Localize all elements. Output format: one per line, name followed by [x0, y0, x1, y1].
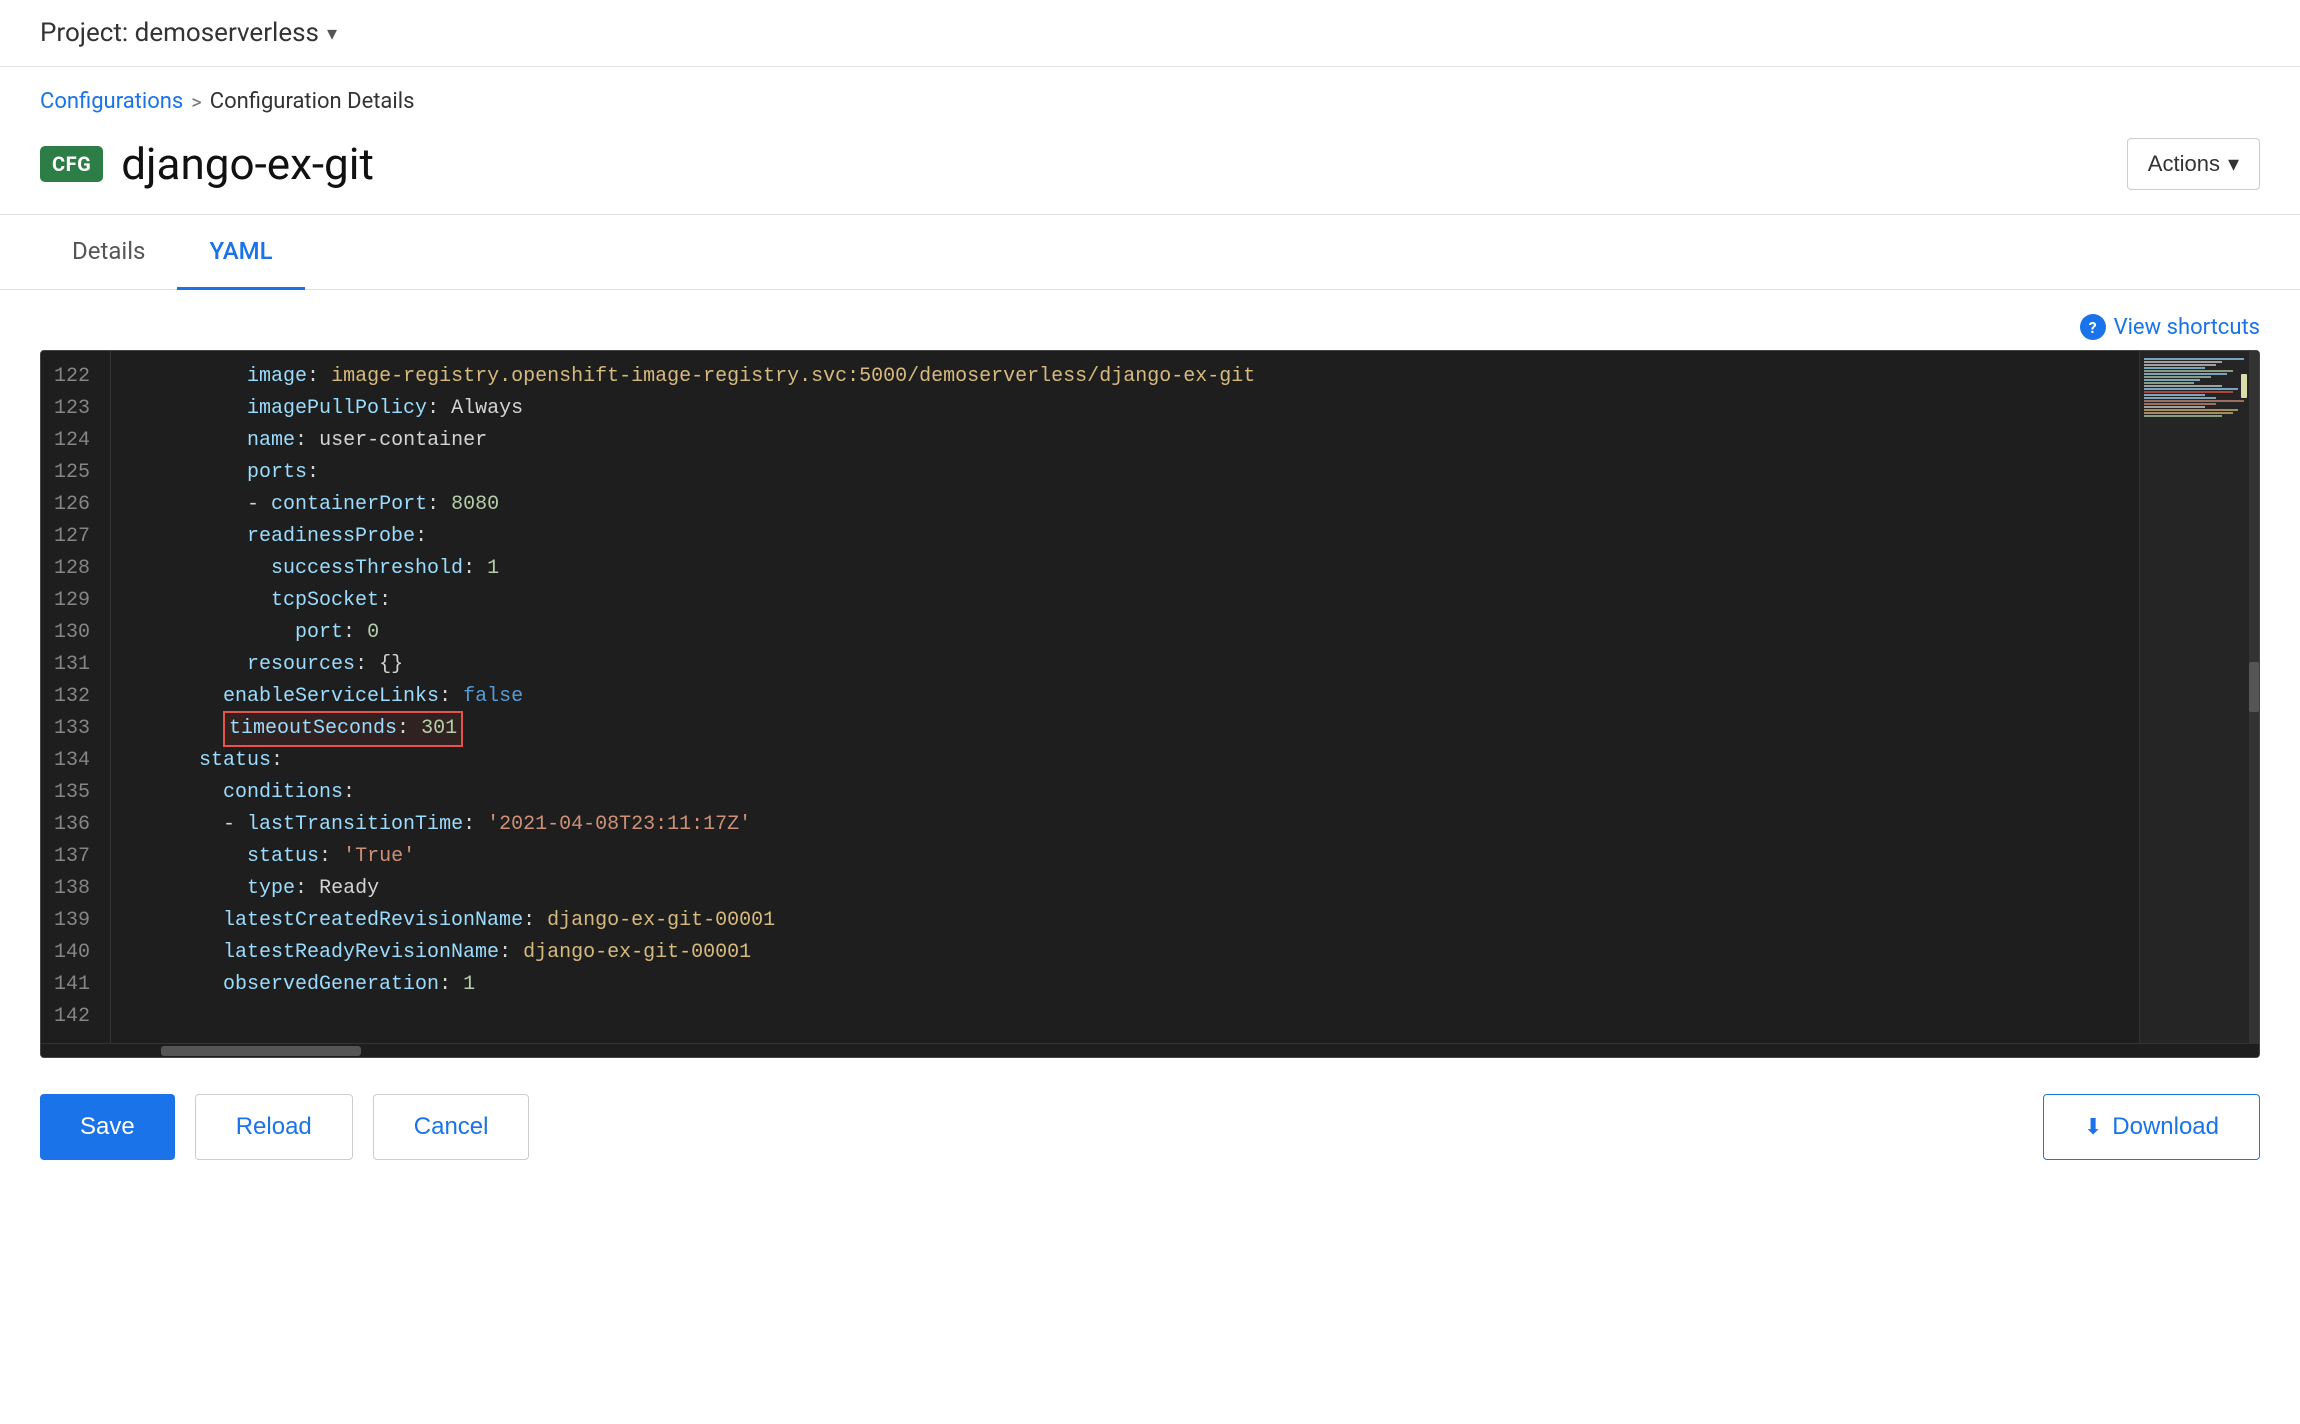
code-editor[interactable]: 122 123 124 125 126 127 128 129 130 131 … — [40, 350, 2260, 1058]
help-icon: ? — [2080, 314, 2106, 340]
code-line: type: Ready — [127, 873, 2123, 905]
code-line: status: — [127, 745, 2123, 777]
top-bar: Project: demoserverless ▾ — [0, 0, 2300, 67]
code-line: name: user-container — [127, 425, 2123, 457]
page-title: django-ex-git — [121, 138, 374, 190]
breadcrumb-parent[interactable]: Configurations — [40, 89, 183, 114]
bottom-left-buttons: Save Reload Cancel — [40, 1094, 529, 1160]
code-line-highlighted: timeoutSeconds: 301 — [127, 713, 2123, 745]
code-scrollbar-thumb — [161, 1046, 361, 1056]
line-numbers: 122 123 124 125 126 127 128 129 130 131 … — [41, 351, 111, 1043]
code-line: conditions: — [127, 777, 2123, 809]
reload-button[interactable]: Reload — [195, 1094, 353, 1160]
page-title-row: CFG django-ex-git — [40, 138, 374, 190]
code-line: - containerPort: 8080 — [127, 489, 2123, 521]
code-line: readinessProbe: — [127, 521, 2123, 553]
cfg-badge: CFG — [40, 146, 103, 182]
chevron-down-icon: ▾ — [327, 21, 337, 45]
view-shortcuts-row: ? View shortcuts — [0, 290, 2300, 350]
project-selector[interactable]: Project: demoserverless ▾ — [40, 18, 337, 48]
download-icon: ⬇ — [2084, 1114, 2102, 1140]
view-shortcuts-label: View shortcuts — [2114, 315, 2260, 340]
code-line: ports: — [127, 457, 2123, 489]
code-line: tcpSocket: — [127, 585, 2123, 617]
download-button[interactable]: ⬇ Download — [2043, 1094, 2260, 1160]
code-line: observedGeneration: 1 — [127, 969, 2123, 1001]
code-line: successThreshold: 1 — [127, 553, 2123, 585]
code-line: image: image-registry.openshift-image-re… — [127, 361, 2123, 393]
chevron-down-icon: ▾ — [2228, 151, 2239, 177]
minimap — [2139, 351, 2259, 1043]
download-label: Download — [2112, 1113, 2219, 1141]
code-line: resources: {} — [127, 649, 2123, 681]
tab-yaml[interactable]: YAML — [177, 215, 304, 290]
code-line: latestCreatedRevisionName: django-ex-git… — [127, 905, 2123, 937]
code-scrollbar[interactable] — [41, 1043, 2259, 1057]
code-line: enableServiceLinks: false — [127, 681, 2123, 713]
code-line: latestReadyRevisionName: django-ex-git-0… — [127, 937, 2123, 969]
cancel-button[interactable]: Cancel — [373, 1094, 530, 1160]
code-line: - lastTransitionTime: '2021-04-08T23:11:… — [127, 809, 2123, 841]
actions-label: Actions — [2148, 151, 2220, 177]
breadcrumb-separator: > — [191, 90, 201, 114]
page-header: CFG django-ex-git Actions ▾ — [0, 122, 2300, 214]
tabs-container: Details YAML — [0, 215, 2300, 290]
view-shortcuts-link[interactable]: ? View shortcuts — [2080, 314, 2260, 340]
code-line: port: 0 — [127, 617, 2123, 649]
code-line — [127, 1001, 2123, 1033]
bottom-actions: Save Reload Cancel ⬇ Download — [0, 1058, 2300, 1196]
code-content: 122 123 124 125 126 127 128 129 130 131 … — [41, 351, 2259, 1043]
breadcrumb: Configurations > Configuration Details — [0, 67, 2300, 122]
code-line: imagePullPolicy: Always — [127, 393, 2123, 425]
project-label: Project: demoserverless — [40, 18, 319, 48]
code-line: status: 'True' — [127, 841, 2123, 873]
actions-button[interactable]: Actions ▾ — [2127, 138, 2260, 190]
breadcrumb-current: Configuration Details — [210, 89, 415, 114]
save-button[interactable]: Save — [40, 1094, 175, 1160]
tab-details[interactable]: Details — [40, 215, 177, 290]
code-lines[interactable]: image: image-registry.openshift-image-re… — [111, 351, 2139, 1043]
